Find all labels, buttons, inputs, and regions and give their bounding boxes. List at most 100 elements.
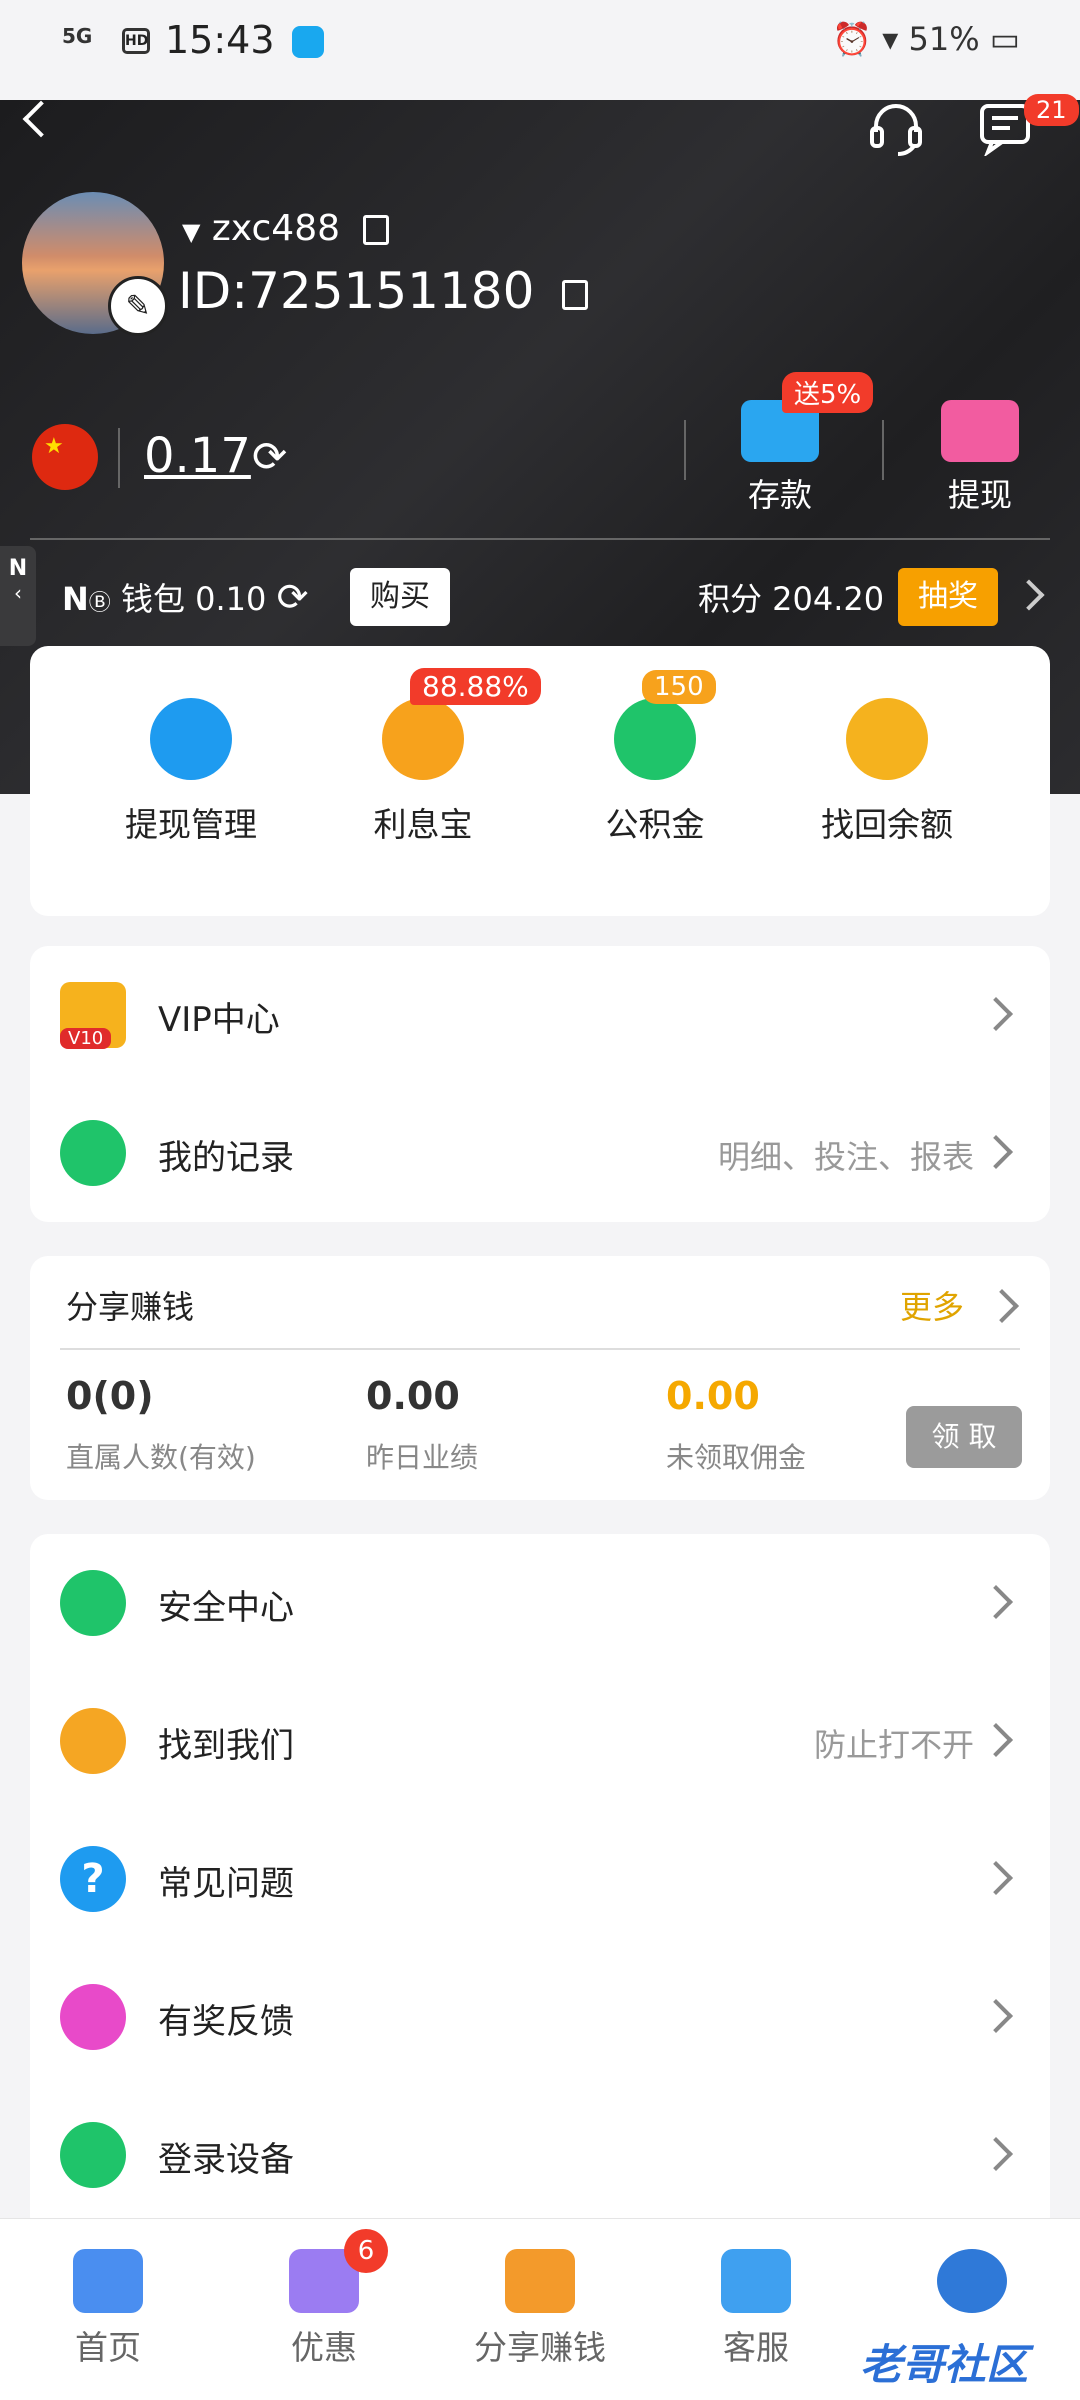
service-recover-balance[interactable]: 找回余额 xyxy=(772,698,1002,846)
service-label: 公积金 xyxy=(605,805,705,844)
watermark-logo: 老哥社区 xyxy=(860,2340,1029,2389)
search-coin-icon xyxy=(60,1708,126,1774)
menu-label: 常见问题 xyxy=(158,1864,294,1904)
menu-vip-center[interactable]: V10 VIP中心 xyxy=(30,946,1050,1084)
refresh-wallet-icon[interactable]: ⟳ xyxy=(277,575,309,619)
menu-label: 找到我们 xyxy=(158,1726,294,1766)
service-label: 找回余额 xyxy=(821,805,953,844)
menu-label: 我的记录 xyxy=(158,1138,294,1178)
coin-search-icon xyxy=(846,698,928,780)
share-earn-card: 分享赚钱 更多 0(0) 直属人数(有效) 0.00 昨日业绩 0.00 未领取… xyxy=(30,1256,1050,1500)
user-id-row: ID:725151180 xyxy=(178,262,589,320)
copy-username-icon[interactable] xyxy=(363,215,390,245)
direct-count-label: 直属人数(有效) xyxy=(66,1441,256,1474)
menu-login-devices[interactable]: 登录设备 xyxy=(30,2086,1050,2224)
deposit-label: 存款 xyxy=(747,476,812,514)
unclaimed-commission-value: 0.00 xyxy=(666,1374,760,1418)
menu-faq[interactable]: ? 常见问题 xyxy=(30,1810,1050,1948)
tab-home[interactable]: 首页 xyxy=(18,2249,198,2369)
chevron-right-icon[interactable] xyxy=(985,1289,1019,1323)
fund-icon xyxy=(614,698,696,780)
balance-amount[interactable]: 0.17 xyxy=(144,428,251,484)
bottom-tab-bar: 首页 优惠 6 分享赚钱 客服 老哥社区 xyxy=(0,2218,1080,2400)
tab-label: 首页 xyxy=(75,2328,141,2367)
tab-share-earn[interactable]: 分享赚钱 xyxy=(450,2249,630,2369)
chat-bubbles-icon xyxy=(721,2249,791,2313)
menu-label: 安全中心 xyxy=(158,1588,294,1628)
withdraw-label: 提现 xyxy=(947,476,1012,514)
service-label: 提现管理 xyxy=(125,805,257,844)
nb-logo: N xyxy=(62,580,89,618)
service-withdraw-manage[interactable]: 提现管理 xyxy=(76,698,306,846)
gift-icon xyxy=(60,1984,126,2050)
edit-avatar-icon[interactable]: ✎ xyxy=(108,276,168,336)
menu-sub: 明细、投注、报表 xyxy=(717,1138,974,1176)
app-notification-icon xyxy=(292,26,324,58)
share-money-icon xyxy=(505,2249,575,2313)
chevron-right-icon xyxy=(979,1585,1013,1619)
piggy-bank-icon xyxy=(382,698,464,780)
service-interest[interactable]: 利息宝 xyxy=(308,698,538,846)
divider xyxy=(684,420,686,480)
copy-id-icon[interactable] xyxy=(562,279,589,310)
menu-my-records[interactable]: 我的记录 明细、投注、报表 xyxy=(30,1084,1050,1222)
claim-button[interactable]: 领 取 xyxy=(906,1406,1022,1468)
divider xyxy=(882,420,884,480)
nb-wallet-text: 钱包 0.10 xyxy=(120,580,267,618)
tab-profile[interactable] xyxy=(882,2249,1062,2321)
divider xyxy=(30,538,1050,540)
promotions-badge: 6 xyxy=(344,2229,388,2273)
devices-icon xyxy=(60,2122,126,2188)
menu-label: VIP中心 xyxy=(158,1000,280,1040)
tab-customer-service[interactable]: 客服 xyxy=(666,2249,846,2369)
deposit-bonus-badge: 送5% xyxy=(782,372,874,413)
divider xyxy=(60,1348,1020,1350)
services-card: 提现管理 利息宝 88.88% 公积金 150 找回余额 xyxy=(30,646,1050,916)
chevron-right-icon xyxy=(979,1135,1013,1169)
deposit-button[interactable]: 存款 xyxy=(720,400,840,516)
chevron-right-icon xyxy=(979,1723,1013,1757)
buy-button[interactable]: 购买 xyxy=(350,568,450,626)
unclaimed-commission-label: 未领取佣金 xyxy=(666,1441,807,1474)
menu-sub: 防止打不开 xyxy=(813,1726,974,1764)
menu-label: 登录设备 xyxy=(158,2140,294,2180)
china-flag-icon: ★ xyxy=(32,424,98,490)
vip-level-badge: V10 xyxy=(60,1028,112,1049)
yesterday-performance-label: 昨日业绩 xyxy=(366,1441,479,1474)
points-text: 积分 204.20 xyxy=(698,580,885,618)
hd-indicator: HD xyxy=(122,28,150,54)
home-icon xyxy=(73,2249,143,2313)
direct-count-value: 0(0) xyxy=(66,1374,154,1418)
share-title: 分享赚钱 xyxy=(66,1288,195,1326)
side-tab[interactable]: N ‹ xyxy=(0,546,36,646)
chevron-right-icon xyxy=(979,1861,1013,1895)
vip-diamond-icon: ▼ xyxy=(182,218,201,246)
message-badge: 21 xyxy=(1024,94,1079,126)
tab-label: 分享赚钱 xyxy=(474,2328,606,2367)
username: zxc488 xyxy=(211,208,340,249)
divider xyxy=(118,428,120,488)
yesterday-performance-value: 0.00 xyxy=(366,1374,460,1418)
tab-label: 客服 xyxy=(723,2328,789,2367)
shield-check-icon xyxy=(60,1570,126,1636)
menu-find-us[interactable]: 找到我们 防止打不开 xyxy=(30,1672,1050,1810)
headset-icon[interactable] xyxy=(868,100,924,156)
status-right-icons: ⏰ ▾ 51% ▭ xyxy=(832,20,1020,58)
tab-promotions[interactable]: 优惠 xyxy=(234,2249,414,2369)
question-icon: ? xyxy=(60,1846,126,1912)
share-more-link[interactable]: 更多 xyxy=(900,1282,964,1328)
menu-feedback[interactable]: 有奖反馈 xyxy=(30,1948,1050,2086)
withdraw-button[interactable]: 提现 xyxy=(920,400,1040,516)
chevron-right-icon xyxy=(979,2137,1013,2171)
service-label: 利息宝 xyxy=(373,805,473,844)
interest-rate-badge: 88.88% xyxy=(410,668,541,705)
profile-icon xyxy=(937,2249,1007,2313)
chevron-right-icon xyxy=(979,1999,1013,2033)
menu-security-center[interactable]: 安全中心 xyxy=(30,1534,1050,1672)
refresh-balance-icon[interactable]: ⟳ xyxy=(252,432,287,481)
signal-indicator: 5G xyxy=(62,24,93,48)
menu-label: 有奖反馈 xyxy=(158,2002,294,2042)
fund-count-badge: 150 xyxy=(642,670,716,704)
service-fund[interactable]: 公积金 xyxy=(540,698,770,846)
lottery-button[interactable]: 抽奖 xyxy=(898,568,998,626)
